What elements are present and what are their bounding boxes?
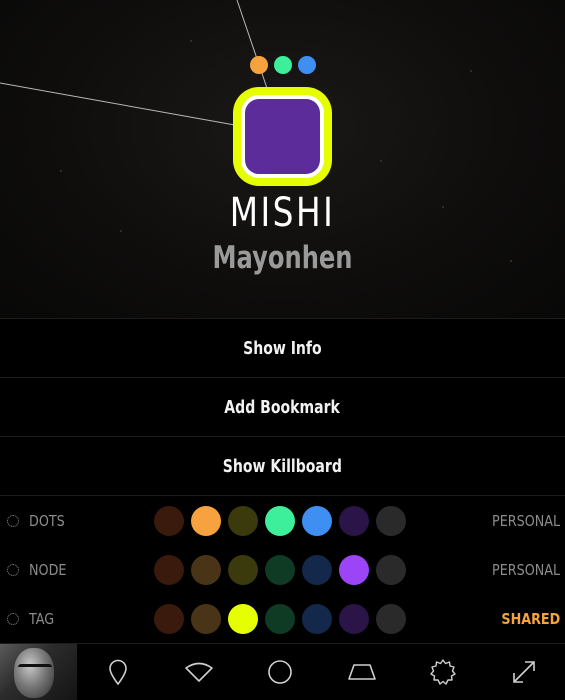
color-swatch[interactable]: [376, 554, 406, 585]
blue-dot-icon: [298, 56, 316, 74]
color-swatch[interactable]: [339, 603, 369, 634]
color-swatch[interactable]: [339, 505, 369, 536]
color-swatch[interactable]: [302, 505, 332, 536]
color-swatch[interactable]: [191, 554, 221, 585]
color-swatch[interactable]: [302, 603, 332, 634]
row-label: DOTS: [29, 511, 65, 530]
color-settings: DOTS PERSONAL NODE PERSONAL TAG SHARED: [0, 495, 565, 643]
color-swatch[interactable]: [265, 603, 295, 634]
color-row-dots: DOTS PERSONAL: [0, 496, 565, 545]
map-view[interactable]: MISHI Mayonhen: [0, 0, 565, 318]
color-swatch[interactable]: [302, 554, 332, 585]
color-swatch[interactable]: [228, 505, 258, 536]
green-dot-icon: [274, 56, 292, 74]
bottom-toolbar: [0, 643, 565, 700]
status-dots: [250, 56, 316, 74]
system-node[interactable]: [233, 87, 332, 186]
context-menu: Show Info Add Bookmark Show Killboard: [0, 318, 565, 495]
circle-icon[interactable]: [240, 644, 321, 700]
color-row-tag: TAG SHARED: [0, 594, 565, 643]
swatch-group: [154, 603, 406, 634]
add-bookmark-button[interactable]: Add Bookmark: [0, 377, 565, 436]
row-mode[interactable]: PERSONAL: [492, 512, 560, 530]
color-swatch[interactable]: [154, 554, 184, 585]
row-mode[interactable]: PERSONAL: [492, 561, 560, 579]
region-name: Mayonhen: [212, 240, 353, 276]
swatch-group: [154, 505, 406, 536]
dotted-circle-icon: [7, 514, 19, 527]
color-swatch[interactable]: [154, 603, 184, 634]
color-swatch[interactable]: [376, 603, 406, 634]
gear-icon[interactable]: [402, 644, 483, 700]
swatch-group: [154, 554, 406, 585]
expand-icon[interactable]: [484, 644, 565, 700]
row-mode[interactable]: SHARED: [501, 610, 560, 628]
color-swatch-selected[interactable]: [191, 505, 221, 536]
color-row-node: NODE PERSONAL: [0, 545, 565, 594]
orange-dot-icon: [250, 56, 268, 74]
color-swatch[interactable]: [228, 554, 258, 585]
wifi-signal-icon[interactable]: [158, 644, 239, 700]
color-swatch-selected[interactable]: [228, 603, 258, 634]
color-swatch[interactable]: [376, 505, 406, 536]
trapezoid-icon[interactable]: [321, 644, 402, 700]
system-name: MISHI: [229, 190, 336, 236]
dotted-circle-icon: [7, 563, 19, 576]
row-label: NODE: [29, 560, 67, 579]
color-swatch[interactable]: [191, 603, 221, 634]
color-swatch[interactable]: [265, 554, 295, 585]
avatar[interactable]: [0, 643, 77, 700]
color-swatch[interactable]: [154, 505, 184, 536]
row-label: TAG: [29, 609, 55, 628]
show-info-button[interactable]: Show Info: [0, 318, 565, 377]
color-swatch-selected[interactable]: [339, 554, 369, 585]
dotted-circle-icon: [7, 612, 19, 625]
location-pin-icon[interactable]: [77, 644, 158, 700]
color-swatch[interactable]: [265, 505, 295, 536]
show-killboard-button[interactable]: Show Killboard: [0, 436, 565, 495]
